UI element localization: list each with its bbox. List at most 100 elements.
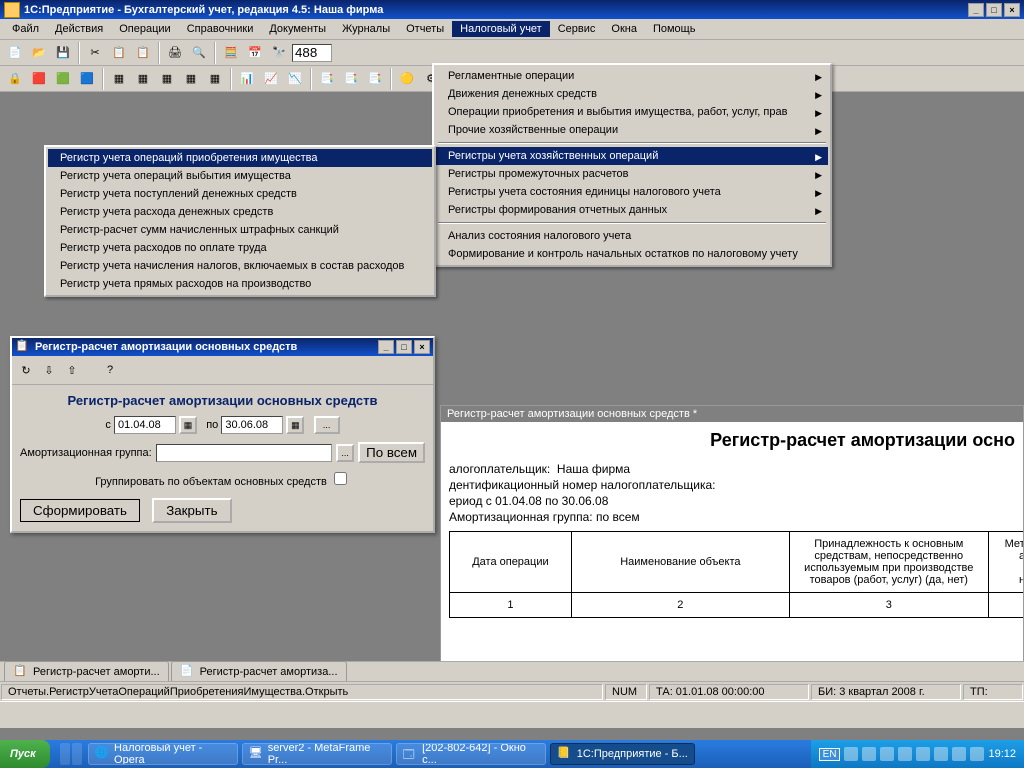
menu-journals[interactable]: Журналы (334, 21, 398, 37)
start-button[interactable]: Пуск (0, 740, 50, 768)
tool-copy-icon[interactable]: 📋 (108, 42, 130, 64)
tray-icon[interactable] (970, 747, 984, 761)
menu-item-form-control[interactable]: Формирование и контроль начальных остатк… (436, 245, 828, 263)
windows-taskbar: Пуск 🌐Налоговый учет - Opera 🖥server2 - … (0, 740, 1024, 768)
tool-preview-icon[interactable]: 🔍 (188, 42, 210, 64)
group-more-button[interactable]: ... (336, 444, 354, 462)
toolbar-search-input[interactable] (292, 44, 332, 62)
tool-grid1-icon[interactable]: ▦ (108, 68, 130, 90)
tool-grid4-icon[interactable]: ▦ (180, 68, 202, 90)
from-date-picker-icon[interactable]: ▦ (179, 416, 197, 434)
tool-chart3-icon[interactable]: 📉 (284, 68, 306, 90)
tool-cut-icon[interactable]: ✂ (84, 42, 106, 64)
dtool-load-icon[interactable]: ⇩ (39, 360, 59, 380)
tool-grid5-icon[interactable]: ▦ (204, 68, 226, 90)
tool-open-icon[interactable]: 📂 (28, 42, 50, 64)
tool-grid2-icon[interactable]: ▦ (132, 68, 154, 90)
menu-item-cashflow[interactable]: Движения денежных средств▶ (436, 85, 828, 103)
tool-color3-icon[interactable]: 🟦 (76, 68, 98, 90)
task-window[interactable]: 🗔[202-802-642] - Окно с... (396, 743, 546, 765)
group-all-button[interactable]: По всем (358, 442, 425, 463)
menu-reports[interactable]: Отчеты (398, 21, 452, 37)
menu-item-regulatory[interactable]: Регламентные операции▶ (436, 67, 828, 85)
tool-calendar-icon[interactable]: 📅 (244, 42, 266, 64)
tray-icon[interactable] (844, 747, 858, 761)
tool-new-icon[interactable]: 📄 (4, 42, 26, 64)
maximize-button[interactable]: □ (986, 3, 1002, 17)
menu-windows[interactable]: Окна (603, 21, 645, 37)
submenu-item-taxes[interactable]: Регистр учета начисления налогов, включа… (48, 257, 432, 275)
menu-item-registers-intermediate[interactable]: Регистры промежуточных расчетов▶ (436, 165, 828, 183)
app-titlebar: 1С:Предприятие - Бухгалтерский учет, ред… (0, 0, 1024, 19)
menu-actions[interactable]: Действия (47, 21, 111, 37)
submenu-item-cash-in[interactable]: Регистр учета поступлений денежных средс… (48, 185, 432, 203)
menu-item-registers-ops[interactable]: Регистры учета хозяйственных операций▶ (436, 147, 828, 165)
doctab-1[interactable]: 📋 Регистр-расчет аморти... (4, 661, 169, 682)
tool-save-icon[interactable]: 💾 (52, 42, 74, 64)
tool-find-icon[interactable]: 🔭 (268, 42, 290, 64)
menu-item-analysis[interactable]: Анализ состояния налогового учета (436, 227, 828, 245)
quicklaunch-icon[interactable] (72, 743, 82, 765)
tool-grid3-icon[interactable]: ▦ (156, 68, 178, 90)
task-1c[interactable]: 📒1С:Предприятие - Б... (550, 743, 695, 765)
close-dialog-button[interactable]: Закрыть (152, 498, 231, 523)
menu-service[interactable]: Сервис (550, 21, 604, 37)
checkbox-label: Группировать по объектам основных средст… (95, 476, 327, 488)
tool-chart2-icon[interactable]: 📈 (260, 68, 282, 90)
submenu-item-wages[interactable]: Регистр учета расходов по оплате труда (48, 239, 432, 257)
task-metaframe[interactable]: 🖥server2 - MetaFrame Pr... (242, 743, 392, 765)
tool-yellow-icon[interactable]: 🟡 (396, 68, 418, 90)
doctab-2[interactable]: 📄 Регистр-расчет амортиза... (171, 661, 347, 682)
menu-help[interactable]: Помощь (645, 21, 704, 37)
dialog-maximize[interactable]: □ (396, 340, 412, 354)
tray-icon[interactable] (880, 747, 894, 761)
tool-misc3-icon[interactable]: 📑 (364, 68, 386, 90)
tool-color2-icon[interactable]: 🟩 (52, 68, 74, 90)
task-opera[interactable]: 🌐Налоговый учет - Opera (88, 743, 238, 765)
submenu-item-penalties[interactable]: Регистр-расчет сумм начисленных штрафных… (48, 221, 432, 239)
tray-icon[interactable] (862, 747, 876, 761)
submenu-item-cash-out[interactable]: Регистр учета расхода денежных средств (48, 203, 432, 221)
tool-paste-icon[interactable]: 📋 (132, 42, 154, 64)
menu-item-registers-report[interactable]: Регистры формирования отчетных данных▶ (436, 201, 828, 219)
group-by-objects-checkbox[interactable] (334, 472, 347, 485)
menu-file[interactable]: Файл (4, 21, 47, 37)
tool-misc2-icon[interactable]: 📑 (340, 68, 362, 90)
minimize-button[interactable]: _ (968, 3, 984, 17)
to-date-picker-icon[interactable]: ▦ (286, 416, 304, 434)
tray-icon[interactable] (898, 747, 912, 761)
menu-item-acquisition[interactable]: Операции приобретения и выбытия имуществ… (436, 103, 828, 121)
menu-tax-accounting[interactable]: Налоговый учет (452, 21, 550, 37)
menu-item-other-ops[interactable]: Прочие хозяйственные операции▶ (436, 121, 828, 139)
rpt-group: Амортизационная группа: по всем (449, 509, 1015, 525)
tool-misc1-icon[interactable]: 📑 (316, 68, 338, 90)
dtool-save-icon[interactable]: ⇧ (62, 360, 82, 380)
submenu-item-direct-costs[interactable]: Регистр учета прямых расходов на произво… (48, 275, 432, 293)
menu-catalogs[interactable]: Справочники (179, 21, 262, 37)
from-date-input[interactable]: 01.04.08 (114, 416, 176, 434)
group-input[interactable] (156, 444, 332, 462)
tool-color1-icon[interactable]: 🟥 (28, 68, 50, 90)
to-date-input[interactable]: 30.06.08 (221, 416, 283, 434)
lang-indicator[interactable]: EN (819, 748, 841, 761)
tray-icon[interactable] (934, 747, 948, 761)
close-button[interactable]: × (1004, 3, 1020, 17)
submenu-item-dispose[interactable]: Регистр учета операций выбытия имущества (48, 167, 432, 185)
dtool-refresh-icon[interactable]: ↻ (16, 360, 36, 380)
menu-item-registers-state[interactable]: Регистры учета состояния единицы налогов… (436, 183, 828, 201)
tool-print-icon[interactable]: 🖨 (164, 42, 186, 64)
dialog-close[interactable]: × (414, 340, 430, 354)
menu-operations[interactable]: Операции (111, 21, 178, 37)
date-range-more-button[interactable]: ... (314, 416, 340, 434)
tool-chart1-icon[interactable]: 📊 (236, 68, 258, 90)
menu-documents[interactable]: Документы (261, 21, 334, 37)
tray-icon[interactable] (952, 747, 966, 761)
tool-lock-icon[interactable]: 🔒 (4, 68, 26, 90)
quicklaunch-icon[interactable] (60, 743, 70, 765)
tool-calc-icon[interactable]: 🧮 (220, 42, 242, 64)
submenu-item-acquire[interactable]: Регистр учета операций приобретения имущ… (48, 149, 432, 167)
dialog-minimize[interactable]: _ (378, 340, 394, 354)
tray-icon[interactable] (916, 747, 930, 761)
build-button[interactable]: Сформировать (20, 499, 140, 522)
dtool-help-icon[interactable]: ? (100, 360, 120, 380)
